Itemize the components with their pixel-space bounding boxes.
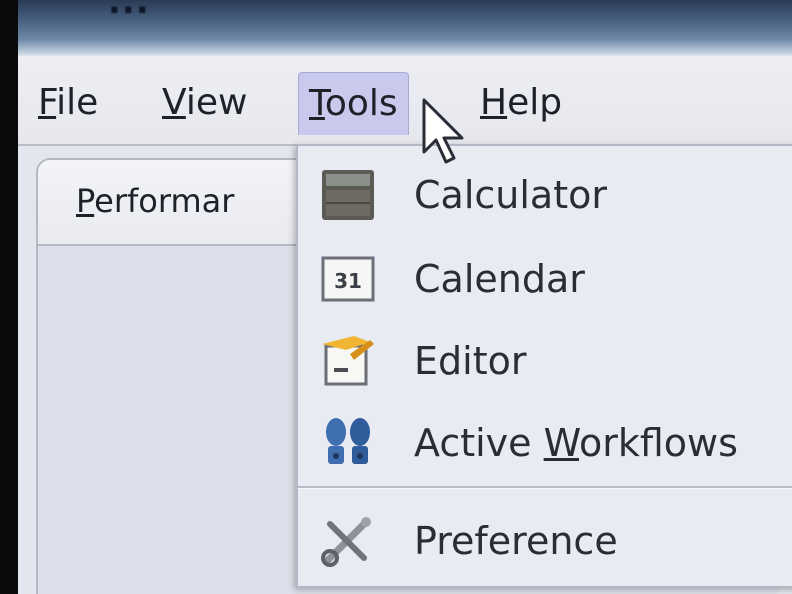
- menu-separator: [298, 486, 792, 489]
- menu-item-editor-label: Editor: [414, 339, 527, 383]
- menu-file[interactable]: File: [28, 72, 108, 134]
- active-workflows-label-post: orkflows: [578, 421, 738, 465]
- editor-icon: [320, 334, 376, 388]
- calendar-icon-text: 31: [334, 269, 362, 293]
- menu-item-calendar[interactable]: 31 Calendar: [298, 238, 792, 320]
- menu-item-editor[interactable]: Editor: [298, 320, 792, 402]
- window-title-text: ...: [108, 0, 150, 22]
- menu-item-active-workflows-label: Active Workflows: [414, 412, 738, 474]
- menu-view-rest: iew: [185, 82, 248, 123]
- menu-item-calendar-label: Calendar: [414, 257, 585, 301]
- preference-icon: [320, 514, 376, 568]
- tab-performance-label: Performar: [76, 182, 235, 220]
- menu-help-mnemonic: H: [480, 82, 508, 123]
- screenshot-viewport: ... File View Tools Help Performar Calcu…: [0, 0, 792, 594]
- calculator-icon: [320, 168, 376, 222]
- menu-help[interactable]: Help: [470, 72, 572, 134]
- tools-dropdown-menu: Calculator 31 Calendar Editor Active Wor…: [296, 144, 792, 588]
- menu-tools-rest: ools: [324, 83, 398, 124]
- menu-view-mnemonic: V: [162, 82, 186, 123]
- active-workflows-label-pre: Active: [414, 421, 544, 465]
- mouse-cursor-icon: [420, 98, 472, 168]
- menu-item-active-workflows[interactable]: Active Workflows: [298, 402, 792, 484]
- menu-bar: File View Tools Help: [18, 56, 792, 146]
- menu-help-rest: elp: [507, 82, 563, 123]
- menu-view[interactable]: View: [152, 72, 257, 134]
- menu-tools[interactable]: Tools: [298, 72, 409, 135]
- calendar-icon: 31: [320, 252, 376, 306]
- active-workflows-label-mnemonic: W: [543, 421, 579, 465]
- menu-item-preference[interactable]: Preference: [298, 500, 792, 582]
- workflows-icon: [320, 416, 376, 470]
- menu-item-preference-label: Preference: [414, 519, 618, 563]
- title-bar[interactable]: ...: [18, 0, 792, 56]
- menu-item-calculator[interactable]: Calculator: [298, 154, 792, 236]
- menu-file-mnemonic: F: [38, 82, 57, 123]
- menu-tools-mnemonic: T: [309, 83, 325, 124]
- menu-item-calculator-label: Calculator: [414, 173, 607, 217]
- window-title: ...: [108, 0, 150, 22]
- menu-file-rest: ile: [56, 82, 99, 123]
